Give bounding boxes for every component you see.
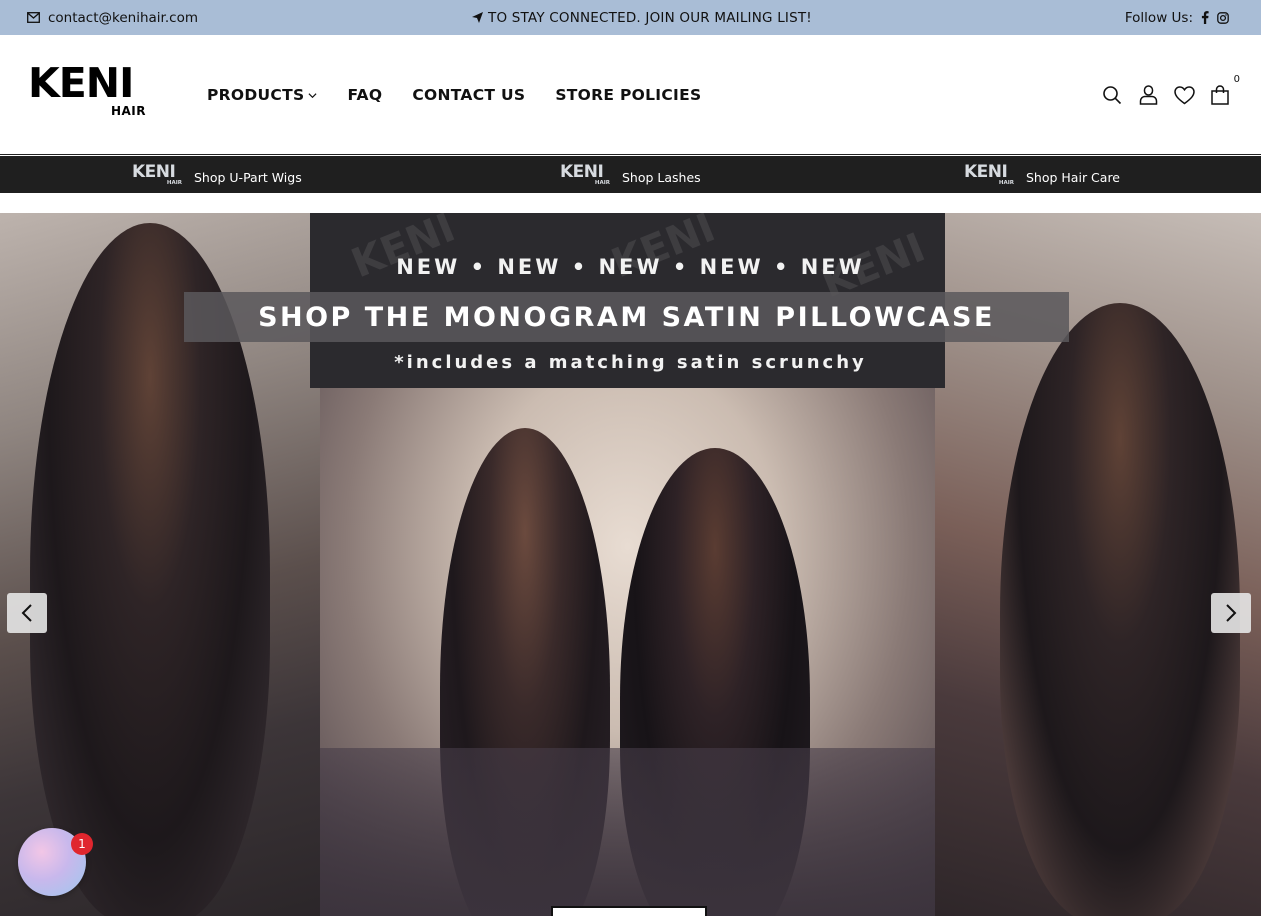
hero-subtitle: *includes a matching satin scrunchy bbox=[394, 352, 867, 373]
envelope-icon bbox=[27, 12, 40, 23]
keni-mini-logo: KENI HAIR bbox=[560, 163, 610, 187]
logo-sub-text: HAIR bbox=[110, 104, 146, 118]
strip-item-label: Shop Lashes bbox=[622, 170, 701, 185]
hero-title: SHOP THE MONOGRAM SATIN PILLOWCASE bbox=[258, 301, 995, 333]
nav-contact-us[interactable]: CONTACT US bbox=[412, 86, 525, 104]
user-icon[interactable] bbox=[1137, 84, 1159, 106]
model-figure-far-right bbox=[1000, 303, 1240, 916]
shop-lashes-link[interactable]: KENI HAIR Shop Lashes bbox=[560, 156, 701, 193]
hero-slider: KENI KENI KENI NEW • NEW • NEW • NEW • N… bbox=[0, 213, 1261, 916]
hero-photo-center bbox=[320, 388, 935, 916]
nav-products-label: PRODUCTS bbox=[207, 86, 305, 104]
nav-store-policies[interactable]: STORE POLICIES bbox=[555, 86, 701, 104]
keni-mini-logo: KENI HAIR bbox=[964, 163, 1014, 187]
nav-faq[interactable]: FAQ bbox=[347, 86, 382, 104]
search-icon[interactable] bbox=[1101, 84, 1123, 106]
shop-category-strip: KENI HAIR Shop U-Part Wigs KENI HAIR Sho… bbox=[0, 156, 1261, 193]
slider-next-button[interactable] bbox=[1211, 593, 1251, 633]
social-links: Follow Us: bbox=[1125, 0, 1229, 35]
keni-mini-logo: KENI HAIR bbox=[132, 163, 182, 187]
mailing-list-link[interactable]: TO STAY CONNECTED. JOIN OUR MAILING LIST… bbox=[472, 0, 812, 35]
header-actions: 0 bbox=[1101, 35, 1240, 155]
promo-text: TO STAY CONNECTED. JOIN OUR MAILING LIST… bbox=[488, 9, 812, 26]
email-text: contact@kenihair.com bbox=[48, 9, 198, 26]
nav-products[interactable]: PRODUCTS bbox=[207, 86, 317, 104]
strip-item-label: Shop Hair Care bbox=[1026, 170, 1121, 185]
shop-hair-care-link[interactable]: KENI HAIR Shop Hair Care bbox=[964, 156, 1120, 193]
facebook-icon[interactable] bbox=[1201, 11, 1209, 24]
satin-sheet bbox=[320, 748, 935, 916]
mini-logo-main: KENI bbox=[964, 161, 1008, 182]
mini-logo-main: KENI bbox=[560, 161, 604, 182]
slider-prev-button[interactable] bbox=[7, 593, 47, 633]
mini-logo-main: KENI bbox=[132, 161, 176, 182]
mini-logo-sub: HAIR bbox=[998, 179, 1014, 186]
mini-logo-sub: HAIR bbox=[166, 179, 182, 186]
chat-notification-badge: 1 bbox=[71, 833, 93, 855]
hero-shop-button[interactable] bbox=[551, 906, 707, 916]
email-link[interactable]: contact@kenihair.com bbox=[27, 0, 198, 35]
strip-item-label: Shop U-Part Wigs bbox=[194, 170, 302, 185]
announcement-bar: contact@kenihair.com TO STAY CONNECTED. … bbox=[0, 0, 1261, 35]
site-header: KENI HAIR PRODUCTS FAQ CONTACT US STORE … bbox=[0, 35, 1261, 155]
instagram-icon[interactable] bbox=[1217, 11, 1229, 24]
follow-label: Follow Us: bbox=[1124, 9, 1193, 26]
chevron-left-icon bbox=[21, 604, 32, 622]
shop-u-part-wigs-link[interactable]: KENI HAIR Shop U-Part Wigs bbox=[132, 156, 302, 193]
heart-icon[interactable] bbox=[1173, 84, 1195, 106]
cart-count-badge: 0 bbox=[1233, 74, 1240, 85]
chevron-right-icon bbox=[1226, 604, 1237, 622]
paper-plane-icon bbox=[472, 12, 483, 23]
mini-logo-sub: HAIR bbox=[594, 179, 610, 186]
chevron-down-icon bbox=[308, 92, 317, 98]
hero-new-label: NEW • NEW • NEW • NEW • NEW bbox=[396, 255, 865, 279]
main-nav: PRODUCTS FAQ CONTACT US STORE POLICIES bbox=[207, 35, 701, 155]
hero-title-band: SHOP THE MONOGRAM SATIN PILLOWCASE bbox=[184, 292, 1069, 342]
bag-icon[interactable]: 0 bbox=[1209, 74, 1240, 106]
logo-main-text: KENI bbox=[28, 59, 134, 107]
site-logo[interactable]: KENI HAIR bbox=[28, 63, 150, 121]
